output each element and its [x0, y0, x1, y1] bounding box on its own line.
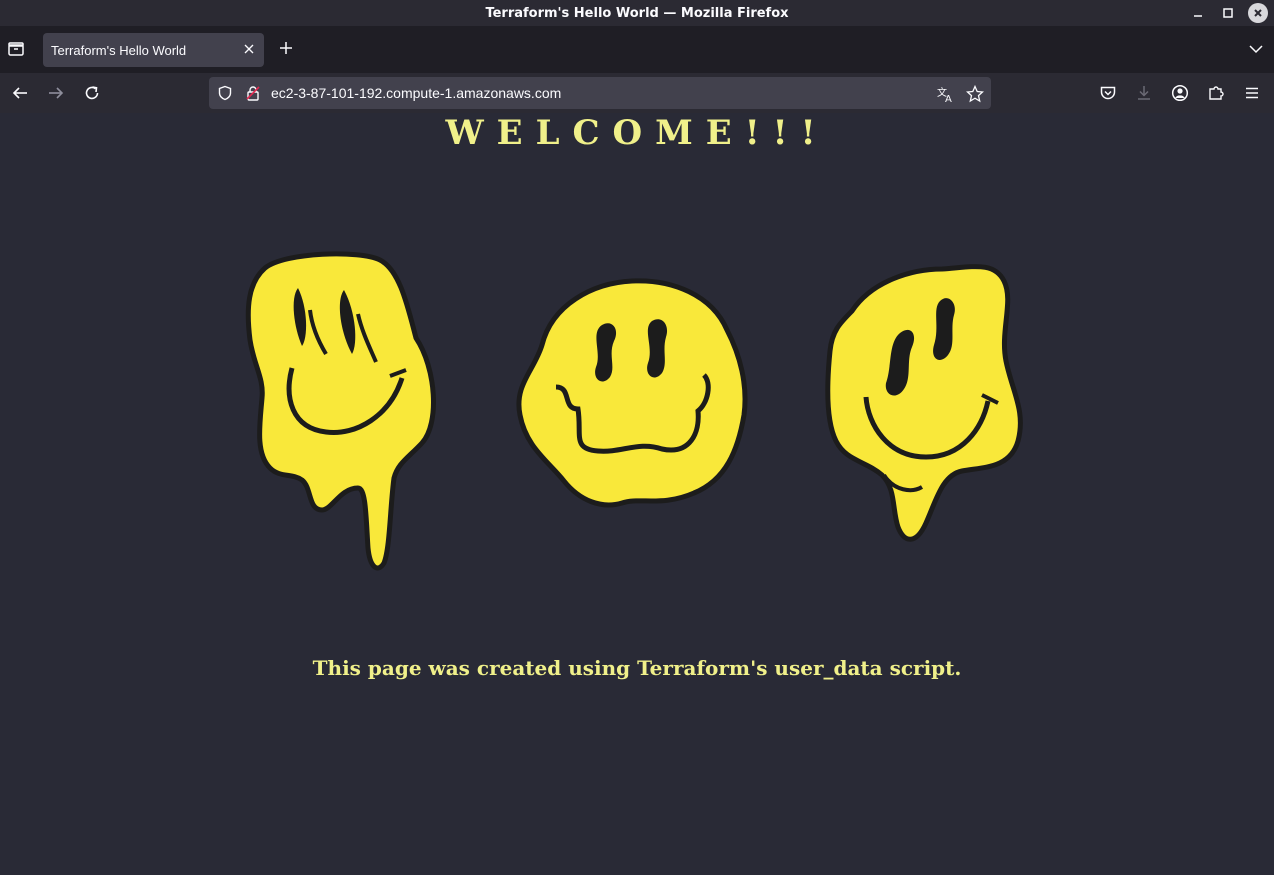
minimize-icon[interactable]	[1188, 3, 1208, 23]
url-text[interactable]: ec2-3-87-101-192.compute-1.amazonaws.com	[271, 85, 561, 101]
tab-close-icon[interactable]	[244, 42, 254, 58]
url-bar[interactable]: ec2-3-87-101-192.compute-1.amazonaws.com…	[209, 77, 991, 109]
tab-title: Terraform's Hello World	[51, 42, 187, 58]
melting-smiley-right-image	[825, 264, 1023, 542]
lock-icon[interactable]	[245, 85, 261, 101]
hamburger-icon[interactable]	[1242, 83, 1262, 103]
maximize-icon[interactable]	[1218, 3, 1238, 23]
back-arrow-icon[interactable]	[10, 83, 30, 103]
window-title: Terraform's Hello World — Mozilla Firefo…	[485, 5, 789, 21]
reload-icon[interactable]	[82, 83, 102, 103]
chevron-down-icon[interactable]	[1248, 41, 1264, 57]
page-subtitle: This page was created using Terraform's …	[312, 656, 962, 680]
melting-smiley-center-image	[516, 278, 748, 508]
download-icon[interactable]	[1134, 83, 1154, 103]
page-heading: WELCOME!!!	[445, 113, 829, 153]
close-icon[interactable]	[1248, 3, 1268, 23]
pocket-icon[interactable]	[1098, 83, 1118, 103]
window-controls	[1188, 3, 1268, 23]
svg-text:A: A	[945, 94, 952, 103]
tab-active[interactable]: Terraform's Hello World	[43, 33, 264, 67]
page-content: WELCOME!!! This page was created using T…	[0, 113, 1274, 875]
tab-strip: Terraform's Hello World	[0, 26, 1274, 73]
melting-smiley-left-image	[245, 251, 436, 571]
window-titlebar: Terraform's Hello World — Mozilla Firefo…	[0, 0, 1274, 26]
plus-icon[interactable]	[276, 40, 296, 60]
account-icon[interactable]	[1170, 83, 1190, 103]
star-icon[interactable]	[965, 84, 985, 103]
shield-icon[interactable]	[217, 85, 233, 101]
puzzle-icon[interactable]	[1206, 83, 1226, 103]
tab-list-icon[interactable]	[6, 39, 26, 59]
forward-arrow-icon[interactable]	[46, 83, 66, 103]
navigation-toolbar: ec2-3-87-101-192.compute-1.amazonaws.com…	[0, 73, 1274, 113]
translate-icon[interactable]: 文A	[937, 85, 953, 105]
